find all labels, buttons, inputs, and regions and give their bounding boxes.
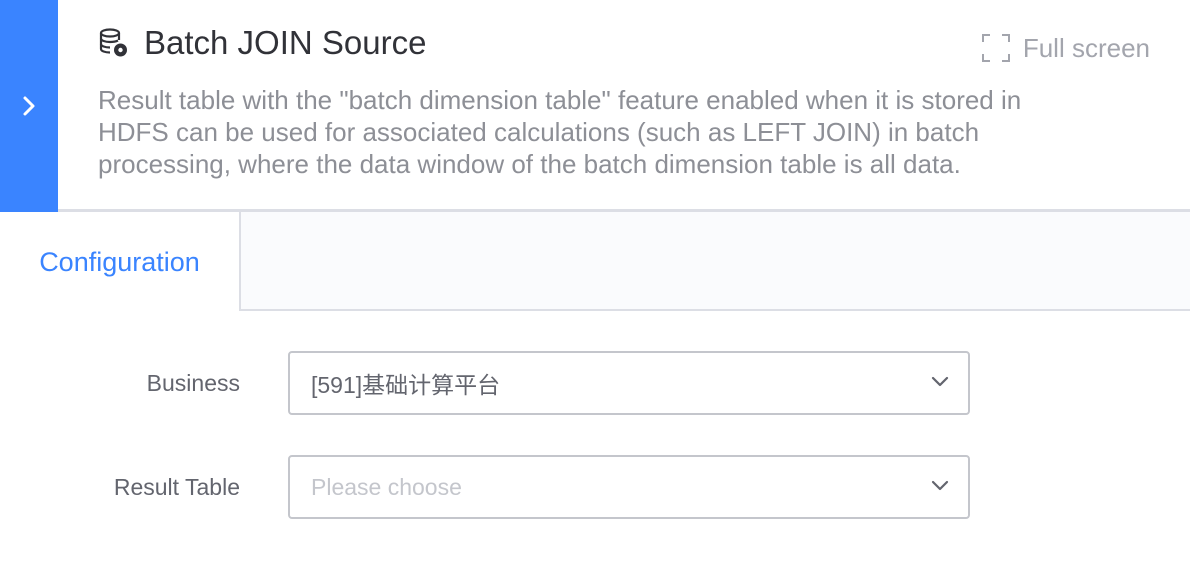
result-table-select[interactable]: Please choose [288,455,970,519]
business-select-value: [591]基础计算平台 [311,372,501,398]
chevron-down-icon [930,479,950,493]
fullscreen-button[interactable]: Full screen [981,32,1150,64]
chevron-right-icon [23,96,35,116]
fullscreen-label: Full screen [1022,32,1150,63]
tab-bar: Configuration [0,212,1190,313]
fullscreen-icon [981,33,1011,63]
form-row-result-table: Result Table Please choose [0,455,1190,519]
tab-configuration[interactable]: Configuration [0,212,241,313]
tab-configuration-label: Configuration [39,247,200,277]
config-form: Business [591]基础计算平台 Result Table Please… [0,311,1190,570]
business-select[interactable]: [591]基础计算平台 [288,351,970,415]
node-config-header: Batch JOIN Source Full screen Result tab… [0,0,1190,212]
database-gear-icon [98,27,130,59]
chevron-down-icon [930,375,950,389]
page-title: Batch JOIN Source [144,24,427,61]
title-row: Batch JOIN Source [98,22,426,64]
result-table-placeholder: Please choose [311,473,462,500]
result-table-label: Result Table [113,474,240,500]
business-label: Business [146,370,240,396]
collapse-panel-button[interactable] [0,0,58,212]
form-row-business: Business [591]基础计算平台 [0,351,1190,415]
node-description: Result table with the "batch dimension t… [98,85,1022,179]
